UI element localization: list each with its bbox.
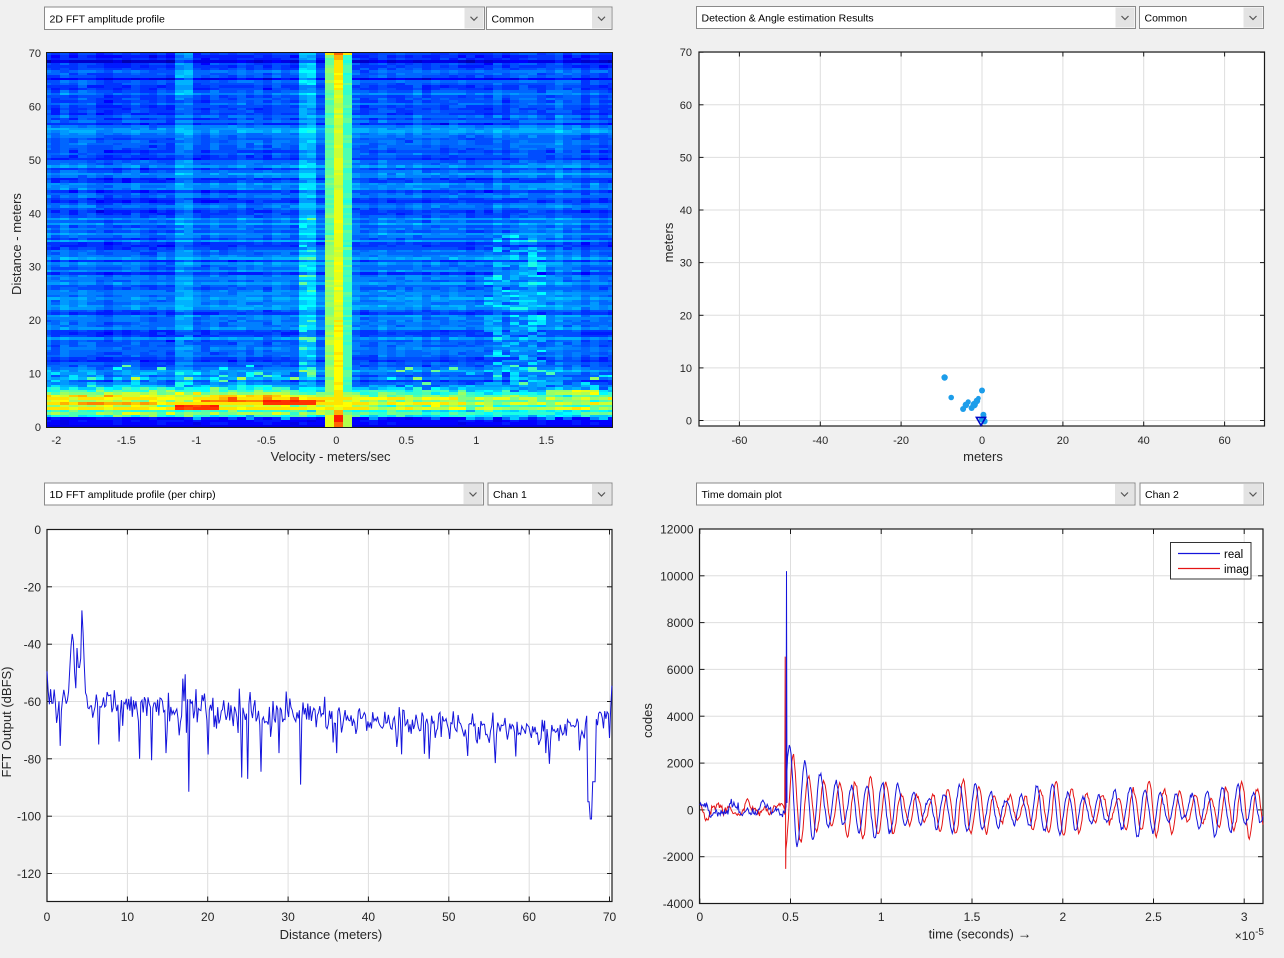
svg-text:-120: -120 xyxy=(17,867,41,881)
svg-text:-20: -20 xyxy=(893,435,909,447)
svg-text:2D FFT amplitude profile: 2D FFT amplitude profile xyxy=(50,13,166,25)
svg-text:70: 70 xyxy=(603,910,617,924)
svg-text:12000: 12000 xyxy=(660,523,694,537)
svg-text:1.5: 1.5 xyxy=(539,435,554,447)
svg-text:-2000: -2000 xyxy=(663,850,694,864)
svg-text:-2: -2 xyxy=(51,435,61,447)
svg-text:20: 20 xyxy=(29,315,41,327)
svg-text:Velocity - meters/sec: Velocity - meters/sec xyxy=(271,449,391,464)
svg-text:10: 10 xyxy=(121,910,135,924)
svg-text:8000: 8000 xyxy=(667,616,694,630)
svg-text:70: 70 xyxy=(29,48,41,60)
svg-text:-4000: -4000 xyxy=(663,897,694,911)
svg-text:0: 0 xyxy=(35,422,41,434)
svg-text:-100: -100 xyxy=(17,810,41,824)
svg-text:6000: 6000 xyxy=(667,663,694,677)
svg-text:1D FFT amplitude profile (per: 1D FFT amplitude profile (per chirp) xyxy=(50,489,216,501)
svg-text:60: 60 xyxy=(29,101,41,113)
svg-text:1: 1 xyxy=(878,910,885,924)
svg-text:10: 10 xyxy=(680,363,692,375)
svg-text:50: 50 xyxy=(29,155,41,167)
svg-text:0: 0 xyxy=(979,435,985,447)
svg-text:3: 3 xyxy=(1241,910,1248,924)
svg-text:-0.5: -0.5 xyxy=(257,435,276,447)
svg-text:-60: -60 xyxy=(731,435,747,447)
svg-text:1.5: 1.5 xyxy=(964,910,981,924)
svg-text:time (seconds) →: time (seconds) → xyxy=(929,926,1032,942)
svg-text:70: 70 xyxy=(680,47,692,59)
svg-text:0: 0 xyxy=(44,910,51,924)
svg-text:-1.5: -1.5 xyxy=(117,435,136,447)
svg-text:Time domain plot: Time domain plot xyxy=(702,489,782,501)
svg-text:0.5: 0.5 xyxy=(782,910,799,924)
svg-text:×10-5: ×10-5 xyxy=(1235,927,1265,944)
svg-text:60: 60 xyxy=(523,910,537,924)
svg-text:0: 0 xyxy=(686,416,692,428)
svg-text:50: 50 xyxy=(442,910,456,924)
svg-text:0.5: 0.5 xyxy=(399,435,414,447)
svg-text:2.5: 2.5 xyxy=(1145,910,1162,924)
svg-text:20: 20 xyxy=(201,910,215,924)
svg-text:20: 20 xyxy=(1057,435,1069,447)
svg-text:50: 50 xyxy=(680,152,692,164)
svg-text:10000: 10000 xyxy=(660,569,694,583)
svg-text:30: 30 xyxy=(29,262,41,274)
svg-text:0: 0 xyxy=(696,910,703,924)
svg-text:0: 0 xyxy=(333,435,339,447)
svg-text:40: 40 xyxy=(362,910,376,924)
svg-text:-60: -60 xyxy=(24,695,42,709)
svg-text:-40: -40 xyxy=(24,638,42,652)
svg-text:-40: -40 xyxy=(812,435,828,447)
svg-text:40: 40 xyxy=(29,208,41,220)
svg-text:2: 2 xyxy=(1059,910,1066,924)
svg-text:60: 60 xyxy=(680,100,692,112)
svg-text:Chan 1: Chan 1 xyxy=(493,489,527,501)
svg-text:0: 0 xyxy=(34,523,41,537)
svg-text:-80: -80 xyxy=(24,752,42,766)
svg-text:40: 40 xyxy=(680,205,692,217)
svg-text:-20: -20 xyxy=(24,580,42,594)
svg-text:20: 20 xyxy=(680,310,692,322)
svg-text:0: 0 xyxy=(687,803,694,817)
svg-text:imag: imag xyxy=(1224,564,1249,576)
svg-text:codes: codes xyxy=(640,703,655,738)
svg-text:real: real xyxy=(1224,549,1243,561)
svg-text:10: 10 xyxy=(29,369,41,381)
svg-text:2000: 2000 xyxy=(667,757,694,771)
svg-text:1: 1 xyxy=(473,435,479,447)
svg-text:Common: Common xyxy=(1145,13,1188,25)
svg-text:-1: -1 xyxy=(191,435,201,447)
svg-text:40: 40 xyxy=(1138,435,1150,447)
svg-text:Distance - meters: Distance - meters xyxy=(9,193,24,295)
svg-text:Common: Common xyxy=(492,13,535,25)
svg-text:Detection & Angle estimation R: Detection & Angle estimation Results xyxy=(702,13,874,25)
svg-text:4000: 4000 xyxy=(667,710,694,724)
svg-text:60: 60 xyxy=(1218,435,1230,447)
svg-text:meters: meters xyxy=(963,449,1003,464)
svg-text:FFT Output (dBFS): FFT Output (dBFS) xyxy=(0,666,14,777)
svg-text:meters: meters xyxy=(661,222,676,262)
svg-text:Chan 2: Chan 2 xyxy=(1145,489,1179,501)
svg-text:30: 30 xyxy=(281,910,295,924)
svg-text:Distance (meters): Distance (meters) xyxy=(280,927,383,942)
svg-text:30: 30 xyxy=(680,258,692,270)
